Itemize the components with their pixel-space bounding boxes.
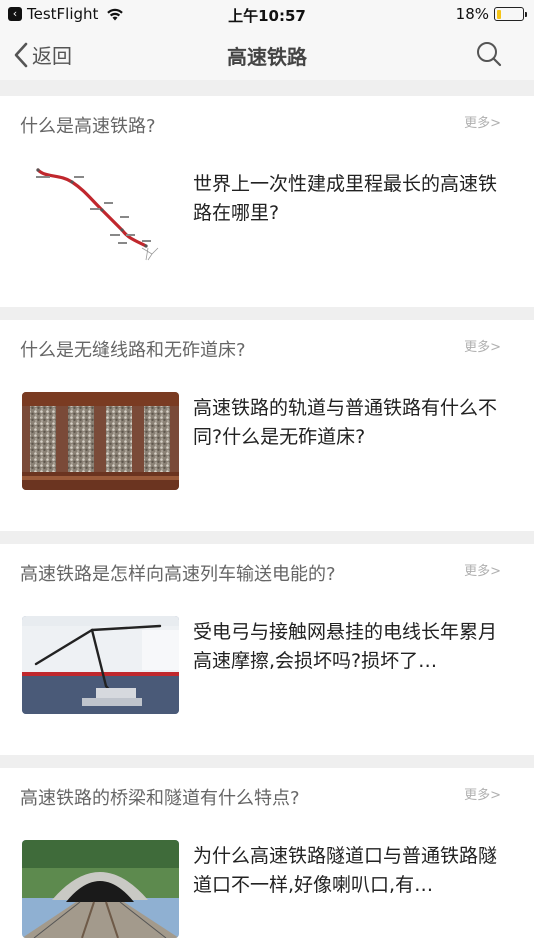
question-text[interactable]: 高速铁路的轨道与普通铁路有什么不同?什么是无砟道床? [193,394,507,452]
question-item[interactable]: 世界上一次性建成里程最长的高速铁路在哪里? [0,168,534,272]
back-label[interactable]: 返回 [32,40,72,69]
more-link[interactable]: 更多> [464,560,501,579]
search-button[interactable] [476,41,502,71]
topic-card: 高速铁路是怎样向高速列车输送电能的? 更多> 受电弓与接触网悬挂的电线长年累月高… [0,544,534,755]
pantograph-thumbnail [22,616,179,714]
topic-card: 什么是高速铁路? 更多> 世界上一次性建成里程最长的高速铁路在哪里? [0,96,534,307]
tunnel-thumbnail [22,840,179,938]
chevron-left-icon [14,42,28,67]
back-button[interactable]: 返回 [14,40,72,69]
question-item[interactable]: 高速铁路的轨道与普通铁路有什么不同?什么是无砟道床? [0,392,534,496]
topic-title[interactable]: 什么是高速铁路? [20,112,156,138]
question-text[interactable]: 为什么高速铁路隧道口与普通铁路隧道口不一样,好像喇叭口,有… [193,842,507,900]
search-icon [477,42,502,67]
topic-card: 什么是无缝线路和无砟道床? 更多> 高速铁路的轨道与普通铁路有什么不同?什么是无… [0,320,534,531]
more-link[interactable]: 更多> [464,784,501,803]
more-link[interactable]: 更多> [464,336,501,355]
status-bar: ‹ TestFlight 上午10:57 18% [0,0,534,28]
rail-ballast-thumbnail [22,392,179,490]
question-item[interactable]: 为什么高速铁路隧道口与普通铁路隧道口不一样,好像喇叭口,有… [0,840,534,944]
question-text[interactable]: 受电弓与接触网悬挂的电线长年累月高速摩擦,会损坏吗?损坏了… [193,618,507,676]
status-right: 18% [455,5,527,23]
page-title: 高速铁路 [227,45,307,69]
status-time: 上午10:57 [228,7,306,25]
topic-list: 什么是高速铁路? 更多> 世界上一次性建成里程最长的高速铁路在哪里? 什么是无缝… [0,96,534,950]
navigation-bar: 返回 高速铁路 [0,28,534,80]
battery-percent: 18% [455,5,489,23]
topic-card: 高速铁路的桥梁和隧道有什么特点? 更多> 为什么高速铁路隧道口与普通铁路隧道口不… [0,768,534,950]
rail-map-thumbnail [22,168,179,266]
more-link[interactable]: 更多> [464,112,501,131]
battery-level [496,9,501,19]
topic-title[interactable]: 高速铁路的桥梁和隧道有什么特点? [20,784,300,810]
question-text[interactable]: 世界上一次性建成里程最长的高速铁路在哪里? [193,170,507,228]
topic-title[interactable]: 高速铁路是怎样向高速列车输送电能的? [20,560,336,586]
question-item[interactable]: 受电弓与接触网悬挂的电线长年累月高速摩擦,会损坏吗?损坏了… [0,616,534,720]
battery-icon [494,7,527,21]
battery-cap [524,11,527,17]
topic-title[interactable]: 什么是无缝线路和无砟道床? [20,336,246,362]
